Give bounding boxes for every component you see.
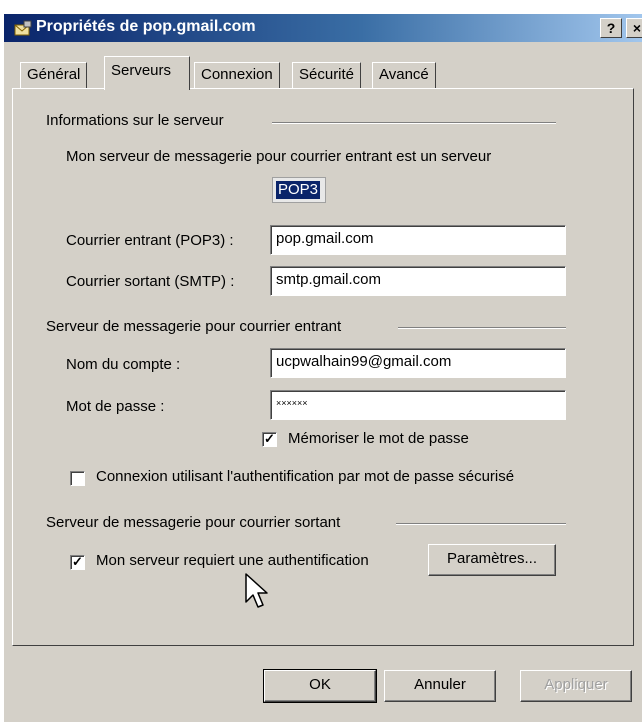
separator: [272, 122, 556, 124]
smtp-auth-checkbox[interactable]: ✓: [70, 555, 85, 570]
separator: [398, 327, 566, 329]
incoming-mail-field[interactable]: pop.gmail.com: [270, 225, 566, 255]
apply-button[interactable]: Appliquer: [520, 670, 632, 702]
tab-general[interactable]: Général: [20, 62, 88, 88]
incoming-server-section-title: Serveur de messagerie pour courrier entr…: [46, 318, 342, 335]
server-info-section-title: Informations sur le serveur: [46, 112, 224, 129]
account-name-field[interactable]: ucpwalhain99@gmail.com: [270, 348, 566, 378]
password-field[interactable]: ××××××: [270, 390, 566, 420]
spa-label: Connexion utilisant l'authentification p…: [96, 468, 515, 485]
remember-password-label: Mémoriser le mot de passe: [288, 430, 469, 447]
incoming-mail-label: Courrier entrant (POP3) :: [66, 232, 234, 249]
ok-button[interactable]: OK: [263, 669, 377, 703]
password-label: Mot de passe :: [66, 398, 165, 415]
outgoing-mail-field[interactable]: smtp.gmail.com: [270, 266, 566, 296]
tab-security[interactable]: Sécurité: [292, 62, 362, 88]
remember-password-checkbox[interactable]: ✓: [262, 432, 277, 447]
incoming-server-type-label: Mon serveur de messagerie pour courrier …: [66, 148, 492, 165]
outgoing-mail-label: Courrier sortant (SMTP) :: [66, 273, 235, 290]
window-title: Propriétés de pop.gmail.com: [36, 18, 256, 35]
mouse-pointer-icon: [244, 572, 270, 612]
settings-button[interactable]: Paramètres...: [428, 544, 556, 576]
account-name-label: Nom du compte :: [66, 356, 181, 373]
title-bar: Propriétés de pop.gmail.com ? ×: [4, 14, 642, 42]
tab-servers[interactable]: Serveurs: [104, 56, 190, 90]
mail-properties-icon: [14, 20, 32, 36]
smtp-auth-label: Mon serveur requiert une authentificatio…: [96, 552, 369, 569]
close-button[interactable]: ×: [626, 18, 642, 38]
outgoing-server-section-title: Serveur de messagerie pour courrier sort…: [46, 514, 341, 531]
spa-checkbox[interactable]: [70, 471, 85, 486]
separator: [396, 523, 566, 525]
cancel-button[interactable]: Annuler: [384, 670, 496, 702]
tab-connection[interactable]: Connexion: [194, 62, 280, 88]
incoming-server-type-value: POP3: [276, 181, 321, 199]
tab-advanced[interactable]: Avancé: [372, 62, 436, 88]
help-button[interactable]: ?: [600, 18, 622, 38]
